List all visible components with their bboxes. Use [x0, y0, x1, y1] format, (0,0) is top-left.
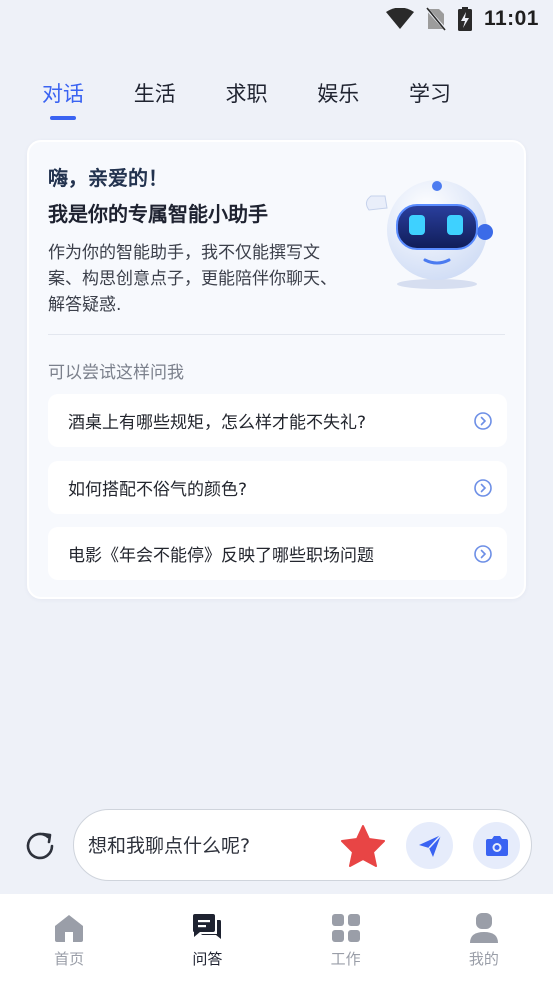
tab-label: 求职: [225, 82, 268, 106]
greeting-text: 嗨，亲爱的！: [48, 166, 168, 190]
home-icon: [53, 912, 85, 944]
tab-job[interactable]: 求职: [212, 74, 282, 114]
chevron-right-circle-icon: [474, 478, 492, 497]
camera-button[interactable]: [473, 822, 520, 869]
user-icon: [468, 912, 500, 944]
nav-home[interactable]: 首页: [0, 894, 138, 983]
refresh-icon: [26, 832, 54, 860]
nav-label: 首页: [54, 950, 85, 968]
chat-input[interactable]: [88, 830, 333, 862]
suggestion-text: 如何搭配不俗气的颜色?: [68, 480, 248, 500]
active-tab-indicator: [50, 116, 76, 120]
assistant-intro-card: 嗨，亲爱的！ 我是你的专属智能小助手 作为你的智能助手，我不仅能撰写文案、构思创…: [27, 140, 526, 599]
tab-entertainment[interactable]: 娱乐: [303, 74, 373, 114]
assistant-subtitle: 我是你的专属智能小助手: [48, 202, 268, 226]
grid-icon: [330, 912, 362, 944]
nav-label: 我的: [468, 950, 499, 968]
suggestion-item[interactable]: 电影《年会不能停》反映了哪些职场问题: [48, 527, 507, 580]
send-button[interactable]: [406, 822, 453, 869]
nav-label: 工作: [330, 950, 361, 968]
tab-label: 对话: [42, 82, 84, 106]
star-icon: [341, 825, 385, 867]
card-divider: [48, 334, 505, 335]
favorite-button[interactable]: [340, 824, 386, 868]
bottom-navigation: 首页 问答 工作 我的: [0, 894, 553, 983]
chevron-right-circle-icon: [474, 411, 492, 430]
nav-qa[interactable]: 问答: [138, 894, 276, 983]
chevron-right-circle-icon: [474, 544, 492, 563]
tab-study[interactable]: 学习: [395, 74, 465, 114]
wifi-icon: [385, 8, 414, 30]
suggestion-item[interactable]: 酒桌上有哪些规矩，怎么样才能不失礼?: [48, 394, 507, 447]
suggestion-item[interactable]: 如何搭配不俗气的颜色?: [48, 461, 507, 514]
tab-label: 娱乐: [317, 82, 360, 106]
status-time: 11:01: [483, 7, 539, 30]
status-bar: 11:01: [0, 0, 553, 38]
nav-mine[interactable]: 我的: [415, 894, 553, 983]
battery-charging-icon: [457, 7, 472, 31]
assistant-description: 作为你的智能助手，我不仅能撰写文案、构思创意点子，更能陪伴你聊天、解答疑惑.: [48, 243, 337, 315]
nav-work[interactable]: 工作: [277, 894, 415, 983]
chat-input-bar: [73, 809, 532, 881]
robot-mascot-icon: [357, 172, 495, 290]
tab-label: 学习: [409, 82, 451, 106]
send-icon: [418, 833, 442, 857]
chat-icon: [191, 912, 223, 944]
camera-icon: [485, 835, 508, 856]
category-tabs: 对话 生活 求职 娱乐 学习: [28, 74, 525, 124]
nav-label: 问答: [192, 950, 223, 968]
tab-life[interactable]: 生活: [120, 74, 190, 114]
no-sim-icon: [425, 7, 446, 31]
suggestion-text: 酒桌上有哪些规矩，怎么样才能不失礼?: [68, 413, 367, 433]
tab-dialogue[interactable]: 对话: [28, 74, 98, 120]
tab-label: 生活: [133, 82, 176, 106]
suggestions-heading: 可以尝试这样问我: [48, 363, 184, 383]
refresh-button[interactable]: [22, 828, 58, 864]
suggestion-text: 电影《年会不能停》反映了哪些职场问题: [68, 546, 374, 566]
